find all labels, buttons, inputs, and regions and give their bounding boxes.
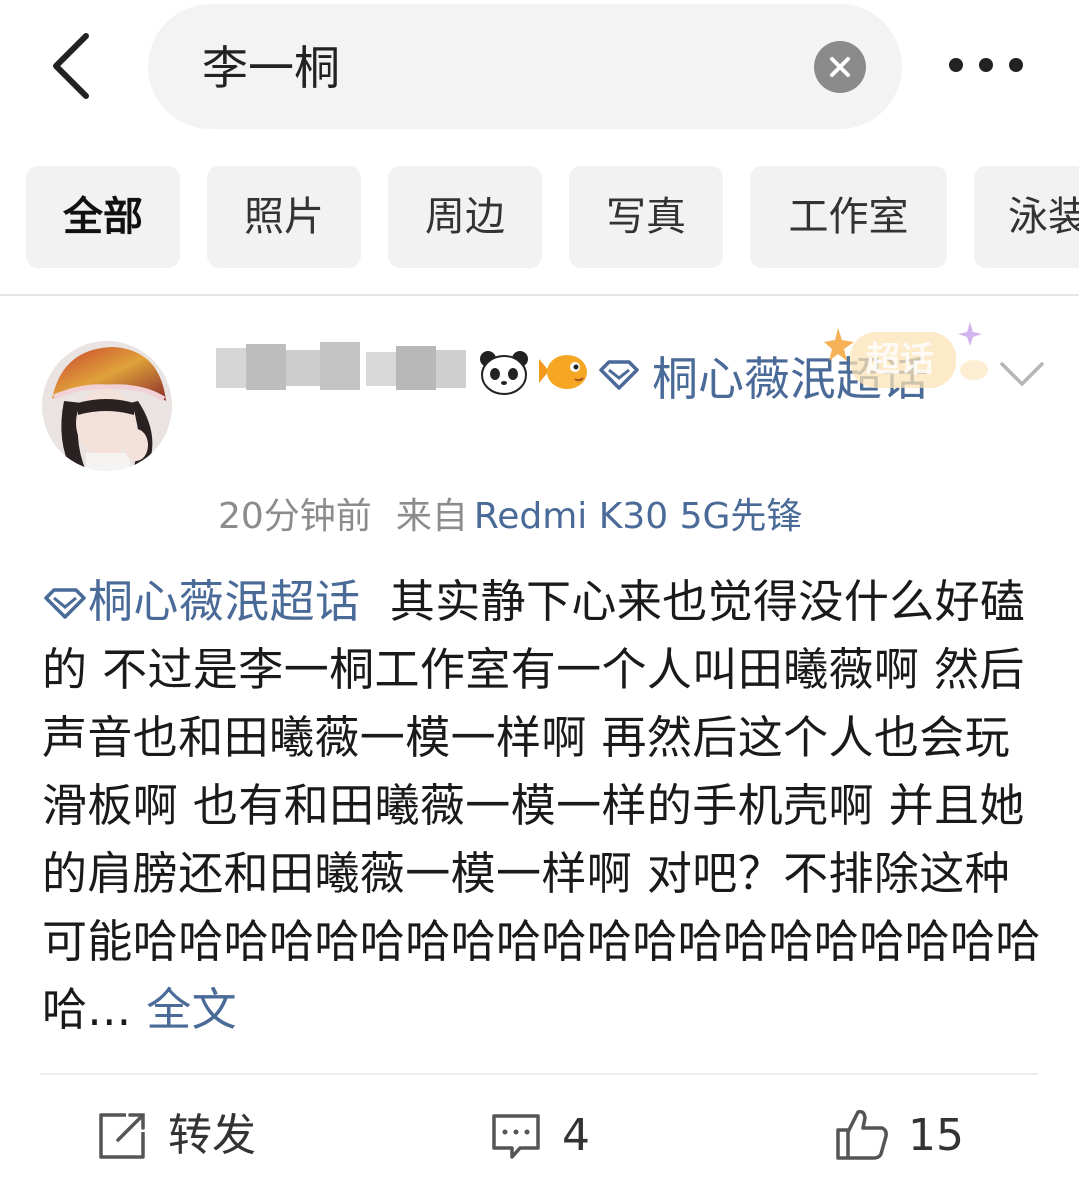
- search-input[interactable]: 李一桐: [148, 4, 902, 129]
- more-button[interactable]: [944, 50, 1028, 80]
- back-button[interactable]: [40, 30, 110, 102]
- share-square-icon: [99, 1113, 145, 1159]
- avatar-image: [42, 341, 172, 471]
- topic-link-header[interactable]: 桐心薇泯超话: [216, 344, 986, 414]
- diamond-icon: [44, 588, 86, 619]
- comment-bubble-icon: [492, 1114, 540, 1159]
- close-icon: [830, 57, 850, 77]
- post-content: 桐心薇泯超话 其实静下心来也觉得没什么好磕的 不过是李一桐工作室有一个人叫田曦薇…: [42, 568, 1042, 1044]
- full-text-link[interactable]: 全文: [146, 983, 237, 1036]
- search-query: 李一桐: [202, 41, 340, 95]
- comment-count: 4: [562, 1110, 590, 1161]
- top-bar: 李一桐: [0, 0, 1079, 140]
- tab-photos[interactable]: 照片: [207, 166, 361, 268]
- post-time: 20分钟前: [218, 496, 372, 537]
- avatar[interactable]: [42, 341, 172, 471]
- like-count: 15: [908, 1110, 964, 1161]
- expand-menu-button[interactable]: [998, 358, 1046, 388]
- repost-label: 转发: [168, 1110, 256, 1161]
- tabs-divider: [0, 294, 1079, 296]
- chevron-left-icon: [53, 33, 89, 99]
- like-button[interactable]: 15: [834, 1106, 974, 1166]
- topic-tag-text: 桐心薇泯超话: [88, 575, 361, 628]
- actions-divider: [40, 1073, 1038, 1075]
- comment-button[interactable]: 4: [490, 1106, 610, 1166]
- device-link[interactable]: Redmi K30 5G先锋: [474, 496, 803, 537]
- thumbs-up-icon: [836, 1109, 888, 1160]
- tab-merch[interactable]: 周边: [388, 166, 542, 268]
- source-label: 来自: [395, 496, 468, 537]
- filter-tabs: 全部 照片 周边 写真 工作室 泳装: [0, 166, 1079, 270]
- tab-all[interactable]: 全部: [26, 166, 180, 268]
- tab-studio[interactable]: 工作室: [750, 166, 947, 268]
- tab-swimsuit[interactable]: 泳装: [974, 166, 1079, 268]
- tab-photoshoot[interactable]: 写真: [569, 166, 723, 268]
- post-text: 其实静下心来也觉得没什么好磕的 不过是李一桐工作室有一个人叫田曦薇啊 然后声音也…: [42, 575, 1041, 1036]
- more-dots-icon: [949, 58, 1023, 72]
- topic-link-inline[interactable]: 桐心薇泯超话: [42, 575, 360, 628]
- repost-button[interactable]: 转发: [96, 1106, 276, 1166]
- clear-search-button[interactable]: [814, 41, 866, 93]
- chevron-down-icon: [1000, 362, 1044, 386]
- post-meta: 20分钟前 来自 Redmi K30 5G先锋: [218, 492, 802, 542]
